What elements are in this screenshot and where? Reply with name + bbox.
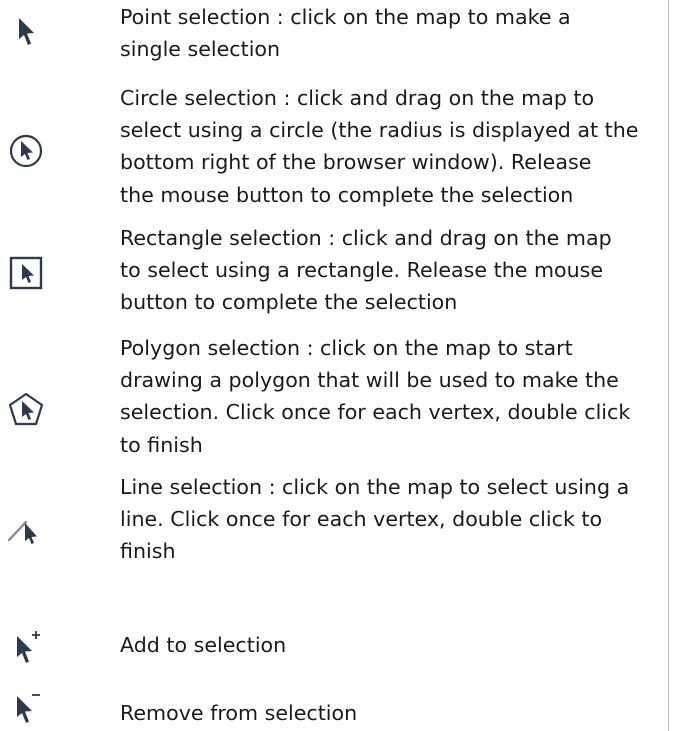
tool-row-line: Line selection : click on the map to sel… [0,470,660,580]
tool-description: Rectangle selection : click and drag on … [120,222,656,319]
description-line: Remove from selection [120,701,358,725]
description-line: the mouse button to complete the selecti… [120,182,574,207]
description-line: Point selection : click on the map to ma… [120,5,571,29]
tool-row-circle: Circle selection : click and drag on the… [0,80,660,210]
description-line: to finish [120,432,203,457]
tool-description: Add to selection [120,629,656,661]
description-line: select using a circle (the radius is dis… [120,118,639,143]
tool-description: Line selection : click on the map to sel… [120,471,656,568]
remove-from-selection-icon[interactable] [6,687,46,727]
tool-row-polygon: Polygon selection : click on the map to … [0,330,660,470]
add-to-selection-icon[interactable] [6,627,46,667]
description-line: Add to selection [120,633,287,657]
description-line: Polygon selection : click on the map to … [120,336,573,360]
tool-row-rectangle: Rectangle selection : click and drag on … [0,220,660,330]
tool-row-add: Add to selection [0,625,660,675]
description-line: Circle selection : click and drag on the… [120,86,595,110]
tool-description: Circle selection : click and drag on the… [120,82,656,211]
polygon-select-icon[interactable] [6,390,46,430]
point-select-arrow-icon[interactable] [6,12,46,52]
page-right-border [668,0,669,731]
rectangle-select-icon[interactable] [6,253,46,293]
description-line: drawing a polygon that will be used to m… [120,368,619,393]
description-line: line. Click once for each vertex, double… [120,507,603,532]
description-line: button to complete the selection [120,290,458,315]
description-line: selection. Click once for each vertex, d… [120,400,631,425]
description-line: single selection [120,37,281,62]
tool-row-point: Point selection : click on the map to ma… [0,0,660,80]
description-line: bottom right of the browser window). Rel… [120,150,592,175]
tool-description: Remove from selection [120,697,656,729]
description-line: finish [120,539,176,564]
circle-select-icon[interactable] [6,131,46,171]
tool-description: Polygon selection : click on the map to … [120,332,656,461]
tool-row-remove: Remove from selection [0,685,660,731]
description-line: Rectangle selection : click and drag on … [120,226,612,250]
line-select-icon[interactable] [6,508,46,548]
description-line: to select using a rectangle. Release the… [120,258,604,283]
description-line: Line selection : click on the map to sel… [120,475,630,499]
tool-description: Point selection : click on the map to ma… [120,1,656,65]
